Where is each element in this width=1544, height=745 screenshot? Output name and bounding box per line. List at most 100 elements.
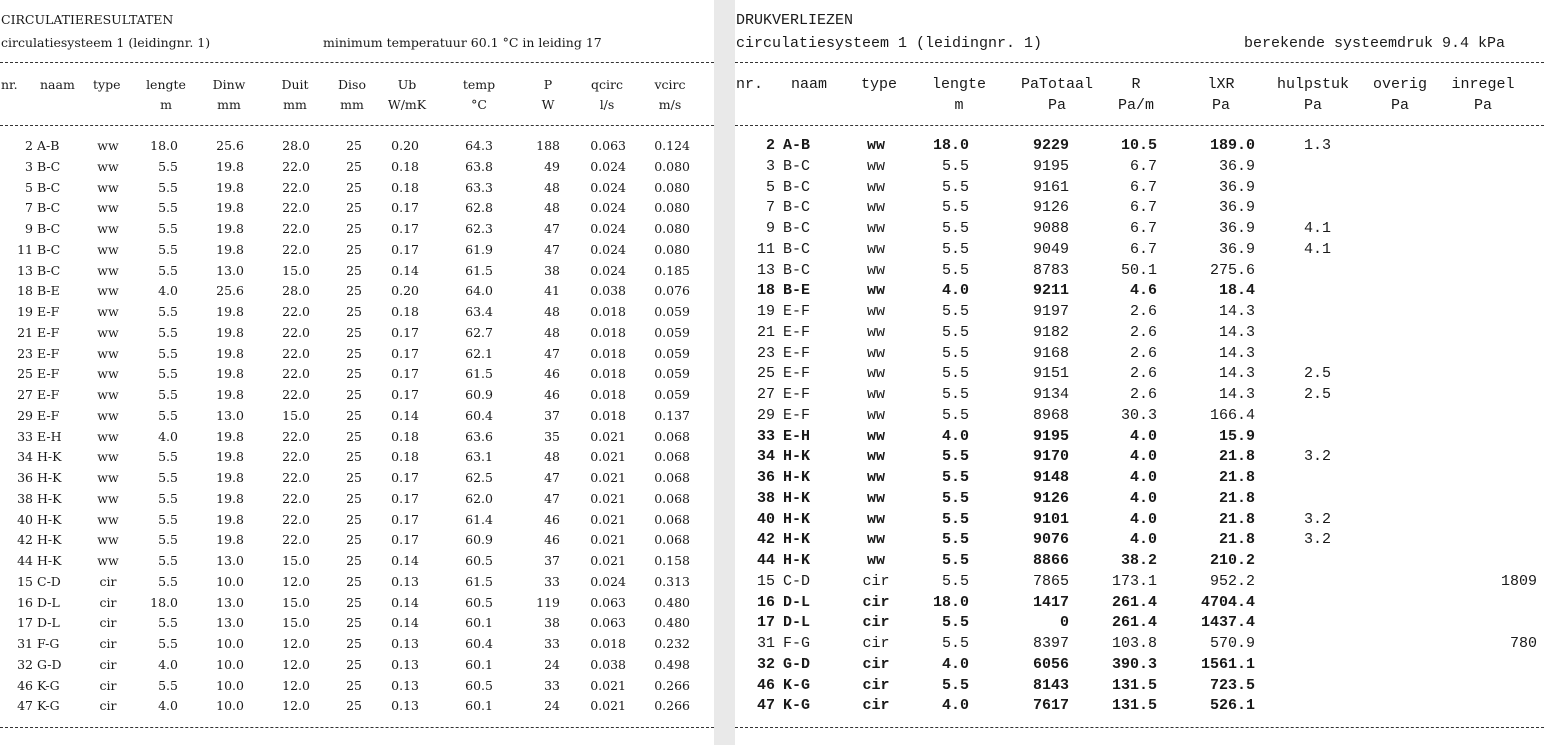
table-cell: 29	[17, 407, 33, 423]
table-cell: 0.018	[590, 636, 626, 651]
table-cell: 60.9	[465, 387, 493, 402]
table-cell: D-L	[783, 614, 811, 632]
table-cell: E-F	[37, 387, 60, 402]
table-cell: 19.8	[216, 200, 244, 216]
table-cell: cir	[862, 676, 890, 694]
col-unit-3: m	[954, 97, 964, 114]
table-cell: 17	[17, 615, 33, 631]
table-cell: 22.0	[282, 387, 310, 402]
table-cell: 44	[17, 553, 33, 568]
table-cell: 5.5	[158, 345, 178, 361]
table-cell: 32	[17, 656, 33, 672]
table-cell: 9229	[1032, 137, 1069, 154]
table-cell: 4.0	[1129, 510, 1157, 528]
table-cell: 0.17	[391, 324, 419, 340]
table-cell: cir	[862, 593, 890, 611]
table-cell: 12.0	[282, 656, 310, 672]
table-cell: 5	[25, 179, 33, 195]
table-cell: 7865	[1032, 572, 1069, 590]
table-cell: 19.8	[216, 511, 244, 527]
table-cell: 37	[544, 553, 560, 568]
circ-title: CIRCULATIERESULTATEN	[1, 12, 174, 27]
table-cell: B-E	[783, 282, 811, 300]
table-cell: 22.0	[282, 324, 310, 340]
table-cell: 10.0	[216, 573, 244, 589]
table-cell: 47	[544, 490, 560, 506]
table-cell: 10.5	[1120, 137, 1157, 154]
table-cell: 9197	[1032, 303, 1069, 320]
col-unit-9: W	[541, 97, 555, 112]
table-cell: 5.5	[941, 635, 969, 652]
table-cell: 14.3	[1218, 323, 1255, 341]
table-cell: 61.5	[465, 262, 493, 278]
table-cell: 0.024	[590, 221, 626, 236]
table-cell: 19.8	[216, 324, 244, 340]
table-cell: ww	[97, 511, 119, 527]
table-cell: 25	[346, 283, 362, 299]
table-cell: 0.080	[654, 158, 690, 174]
table-cell: 0.17	[391, 241, 419, 257]
table-cell: 0.20	[391, 138, 419, 153]
table-cell: 15	[756, 572, 775, 590]
table-cell: 25	[346, 241, 362, 257]
table-cell: 3.2	[1303, 531, 1331, 549]
table-cell: 9211	[1032, 282, 1069, 300]
table-cell: 0	[1059, 614, 1069, 632]
table-cell: 4.6	[1129, 282, 1157, 300]
table-cell: 47	[544, 470, 560, 485]
table-cell: 4.0	[1129, 489, 1157, 507]
table-cell: 63.8	[465, 158, 493, 174]
table-cell: 4.0	[941, 655, 969, 673]
table-cell: 5.5	[941, 552, 969, 569]
table-cell: ww	[866, 469, 885, 486]
table-cell: 5.5	[158, 511, 178, 527]
table-cell: 1437.4	[1200, 614, 1255, 632]
table-cell: 4.0	[158, 656, 178, 672]
table-cell: 0.080	[654, 241, 690, 257]
table-cell: B-C	[783, 261, 811, 279]
table-cell: 5.5	[941, 365, 969, 383]
table-cell: 25	[346, 656, 362, 672]
table-cell: 6.7	[1129, 220, 1157, 237]
table-cell: 0.17	[391, 470, 419, 485]
table-cell: 10.0	[216, 656, 244, 672]
table-cell: 9101	[1032, 510, 1069, 528]
table-cell: ww	[97, 428, 119, 444]
table-cell: 18.0	[932, 593, 969, 611]
table-cell: 9	[765, 220, 775, 237]
table-cell: E-F	[783, 344, 811, 362]
table-cell: ww	[866, 531, 885, 549]
table-cell: A-B	[37, 138, 60, 153]
table-cell: 25	[346, 615, 362, 631]
table-cell: 5.5	[941, 261, 969, 279]
table-cell: 0.498	[654, 656, 690, 672]
table-cell: B-C	[783, 178, 811, 196]
table-cell: E-F	[37, 366, 60, 382]
table-cell: 62.3	[465, 221, 493, 236]
table-cell: 0.024	[590, 158, 626, 174]
table-cell: ww	[866, 344, 885, 362]
table-cell: 0.14	[391, 262, 419, 278]
table-cell: 18.0	[150, 594, 178, 610]
table-cell: 0.059	[654, 366, 690, 382]
table-cell: 60.1	[465, 615, 493, 631]
table-cell: 61.9	[465, 241, 493, 257]
table-cell: 21.8	[1218, 469, 1255, 486]
table-cell: 0.266	[654, 677, 690, 693]
table-cell: 25	[346, 594, 362, 610]
table-cell: 1809	[1500, 572, 1537, 590]
table-cell: 62.7	[465, 324, 493, 340]
table-cell: 0.14	[391, 594, 419, 610]
table-cell: 23	[17, 345, 33, 361]
table-cell: 4.0	[158, 283, 178, 299]
col-unit-4: Pa	[1047, 97, 1066, 114]
table-cell: 12.0	[282, 698, 310, 714]
table-cell: 0.14	[391, 407, 419, 423]
table-cell: 5.5	[158, 615, 178, 631]
table-cell: 40	[17, 511, 33, 527]
table-cell: 18.4	[1218, 282, 1255, 300]
table-cell: 8866	[1032, 552, 1069, 569]
table-cell: ww	[866, 220, 885, 237]
table-cell: 19.8	[216, 470, 244, 485]
table-cell: 9134	[1032, 386, 1069, 403]
